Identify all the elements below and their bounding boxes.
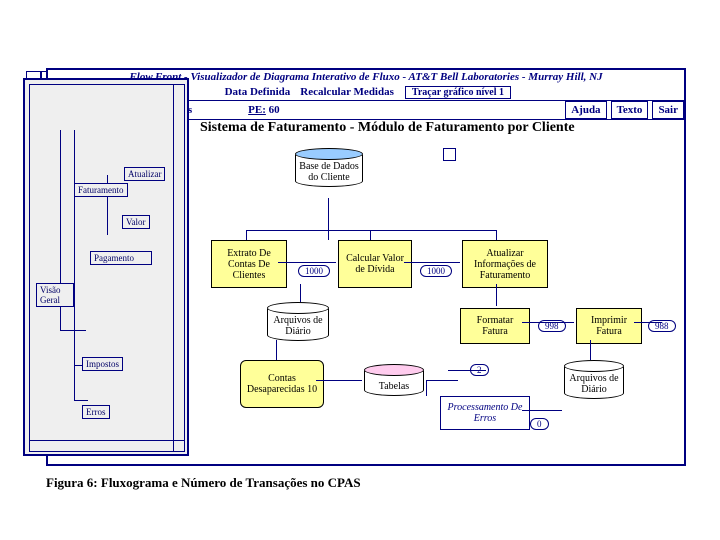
pill-0: 0 xyxy=(530,418,549,430)
data-definida-label: Data Definida xyxy=(220,84,296,100)
box-extrato: Extrato De Contas De Clientes xyxy=(211,240,287,288)
arquivos1-label: Arquivos de Diário xyxy=(267,309,329,341)
tree-vscrollbar[interactable] xyxy=(173,85,184,451)
tree-panel: Atualizar Faturamento Valor Pagamento Vi… xyxy=(23,78,189,456)
tree-hscrollbar[interactable] xyxy=(30,440,184,451)
box-imprimir: Imprimir Fatura xyxy=(576,308,642,344)
db-label: Base de Dados do Cliente xyxy=(295,155,363,187)
tree-node-visao[interactable]: Visão Geral xyxy=(36,283,74,307)
flow-icon xyxy=(443,148,456,161)
tree-node-atualizar[interactable]: Atualizar xyxy=(124,167,165,181)
texto-button[interactable]: Texto xyxy=(611,101,649,119)
section-title: Sistema de Faturamento - Módulo de Fatur… xyxy=(200,120,575,136)
sair-button[interactable]: Sair xyxy=(652,101,684,119)
ajuda-button[interactable]: Ajuda xyxy=(565,101,606,119)
box-atualizar: Atualizar Informações de Faturamento xyxy=(462,240,548,288)
box-calcular: Calcular Valor de Dívida xyxy=(338,240,412,288)
box-formatar: Formatar Fatura xyxy=(460,308,530,344)
arquivos2-label: Arquivos de Diário xyxy=(564,367,624,399)
tree-inner: Atualizar Faturamento Valor Pagamento Vi… xyxy=(29,84,185,452)
tree-node-faturamento[interactable]: Faturamento xyxy=(74,183,128,197)
recalcular-label[interactable]: Recalcular Medidas xyxy=(295,84,399,100)
cyl-arquivos-1: Arquivos de Diário xyxy=(267,302,329,341)
tree-node-valor[interactable]: Valor xyxy=(122,215,150,229)
cyl-arquivos-2: Arquivos de Diário xyxy=(564,360,624,399)
tree-node-impostos[interactable]: Impostos xyxy=(82,357,123,371)
pe-label: PE: xyxy=(248,104,266,116)
pill-1000-b: 1000 xyxy=(420,265,452,277)
box-processar: Processamento De Erros xyxy=(440,396,530,430)
tree-node-pagamento[interactable]: Pagamento xyxy=(90,251,152,265)
pe-value: 60 xyxy=(269,104,280,116)
cyl-tabelas: Tabelas xyxy=(364,364,424,396)
tracar-button[interactable]: Traçar gráfico nível 1 xyxy=(405,86,511,99)
tabelas-label: Tabelas xyxy=(364,371,424,396)
db-cylinder: Base de Dados do Cliente xyxy=(295,148,363,187)
pill-1000-a: 1000 xyxy=(298,265,330,277)
box-contas: Contas Desaparecidas 10 xyxy=(240,360,324,408)
figure-caption: Figura 6: Fluxograma e Número de Transaç… xyxy=(46,475,361,491)
tree-node-erros[interactable]: Erros xyxy=(82,405,110,419)
